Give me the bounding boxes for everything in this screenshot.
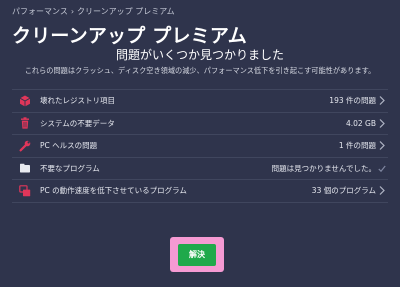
issue-value: 193 件の問題 (329, 96, 376, 106)
summary-description: これらの問題はクラッシュ、ディスク空き領域の減少、パフォーマンス低下を引き起こす… (24, 66, 376, 75)
breadcrumb: パフォーマンス › クリーンアップ プレミアム (12, 6, 175, 17)
page-title: クリーンアップ プレミアム (12, 25, 247, 47)
chevron-right-icon (379, 186, 385, 195)
issue-label: 壊れたレジストリ項目 (40, 96, 115, 106)
issue-value: 33 個のプログラム (311, 186, 376, 196)
issue-value: 問題は見つかりませんでした。 (271, 163, 376, 173)
chevron-right-icon (379, 118, 385, 128)
breadcrumb-separator: › (70, 7, 75, 16)
breadcrumb-current: クリーンアップ プレミアム (77, 7, 175, 16)
issue-label: システムの不要データ (40, 118, 115, 128)
breadcrumb-parent[interactable]: パフォーマンス (12, 7, 68, 16)
issue-row-pc-health[interactable]: PC ヘルスの問題 1 件の問題 (12, 135, 388, 158)
chevron-right-icon (379, 96, 385, 105)
issue-label: PC ヘルスの問題 (40, 141, 98, 151)
issue-label: PC の動作速度を低下させているプログラム (40, 186, 187, 196)
issue-label: 不要なプログラム (40, 163, 100, 173)
issue-row-system-junk[interactable]: システムの不要データ 4.02 GB (12, 113, 388, 135)
wrench-icon (18, 139, 32, 153)
trash-icon (18, 116, 32, 130)
resolve-button-highlight: 解決 (170, 237, 224, 272)
issue-row-slowdown-programs[interactable]: PC の動作速度を低下させているプログラム 33 個のプログラム (12, 180, 388, 203)
empty-folder-icon (18, 161, 32, 175)
issue-value: 4.02 GB (345, 118, 376, 128)
issue-row-registry[interactable]: 壊れたレジストリ項目 193 件の問題 (12, 90, 388, 113)
issue-value: 1 件の問題 (338, 141, 376, 151)
issue-list: 壊れたレジストリ項目 193 件の問題 システムの不要データ 4.02 GB P (12, 89, 388, 203)
windows-stack-icon (18, 184, 32, 198)
registry-cube-icon (18, 94, 32, 108)
issue-row-unwanted-programs[interactable]: 不要なプログラム 問題は見つかりませんでした。 (12, 158, 388, 180)
chevron-right-icon (379, 141, 385, 150)
summary-title: 問題がいくつか見つかりました (115, 48, 284, 62)
resolve-button[interactable]: 解決 (178, 243, 216, 266)
checkmark-icon (378, 165, 386, 172)
